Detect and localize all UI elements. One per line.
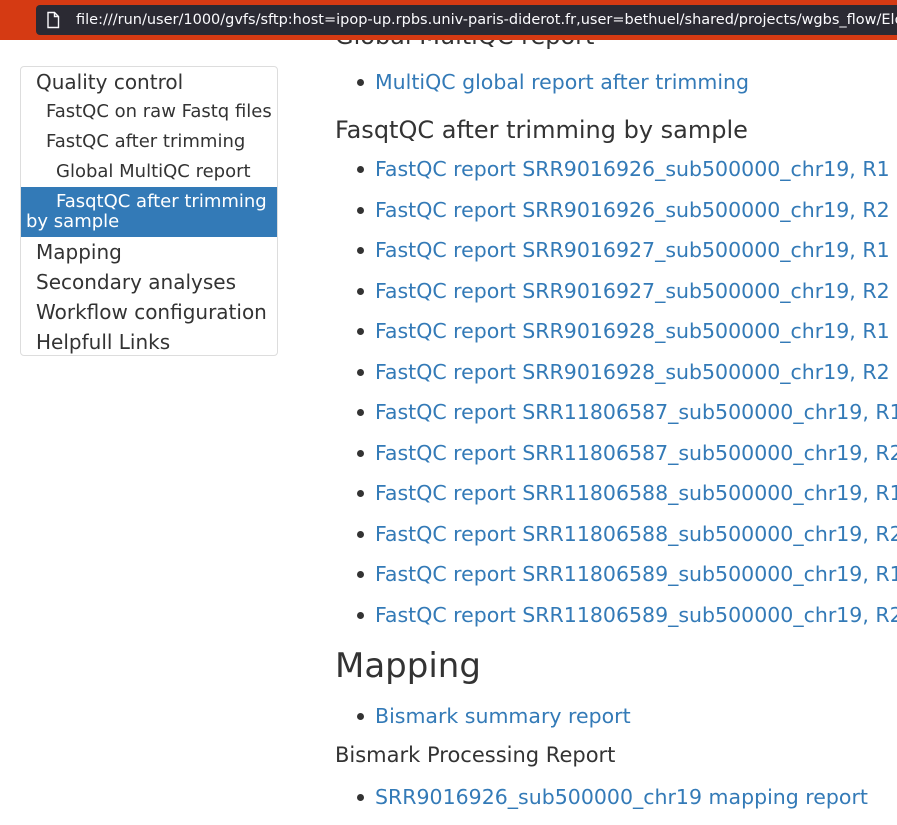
toc-item-mapping[interactable]: Mapping bbox=[21, 237, 277, 267]
toc-item-active-label: FasqtQC after trimming by sample bbox=[26, 191, 267, 232]
fastqc-report-link[interactable]: FastQC report SRR9016926_sub500000_chr19… bbox=[375, 198, 890, 222]
list-item: FastQC report SRR11806588_sub500000_chr1… bbox=[335, 521, 897, 562]
multiqc-global-link[interactable]: MultiQC global report after trimming bbox=[375, 70, 749, 94]
fastqc-report-link[interactable]: FastQC report SRR11806588_sub500000_chr1… bbox=[375, 522, 897, 546]
toc-item-workflow-configuration[interactable]: Workflow configuration bbox=[21, 297, 277, 327]
toc-item-quality-control[interactable]: Quality control bbox=[21, 67, 277, 97]
list-item: FastQC report SRR11806587_sub500000_chr1… bbox=[335, 440, 897, 481]
toc-item-fastqc-after-trimming[interactable]: FastQC after trimming bbox=[21, 127, 277, 157]
toc-item-fastqc-raw[interactable]: FastQC on raw Fastq files bbox=[21, 97, 277, 127]
list-item: FastQC report SRR9016927_sub500000_chr19… bbox=[335, 237, 897, 278]
list-item: FastQC report SRR11806588_sub500000_chr1… bbox=[335, 480, 897, 521]
list-item: FastQC report SRR9016927_sub500000_chr19… bbox=[335, 278, 897, 319]
bismark-summary-list: Bismark summary report bbox=[335, 703, 631, 744]
toc-item-global-multiqc[interactable]: Global MultiQC report bbox=[21, 157, 277, 187]
table-of-contents: Quality control FastQC on raw Fastq file… bbox=[20, 66, 278, 356]
list-item: FastQC report SRR11806589_sub500000_chr1… bbox=[335, 561, 897, 602]
fastqc-link-list: FastQC report SRR9016926_sub500000_chr19… bbox=[335, 156, 897, 642]
list-item: FastQC report SRR9016926_sub500000_chr19… bbox=[335, 156, 897, 197]
list-item: FastQC report SRR9016928_sub500000_chr19… bbox=[335, 359, 897, 400]
fastqc-report-link[interactable]: FastQC report SRR11806588_sub500000_chr1… bbox=[375, 481, 897, 505]
fastqc-report-link[interactable]: FastQC report SRR9016928_sub500000_chr19… bbox=[375, 360, 890, 384]
list-item: FastQC report SRR9016926_sub500000_chr19… bbox=[335, 197, 897, 238]
list-item: MultiQC global report after trimming bbox=[335, 69, 749, 110]
fastqc-report-link[interactable]: FastQC report SRR11806587_sub500000_chr1… bbox=[375, 441, 897, 465]
url-bar[interactable]: file:///run/user/1000/gvfs/sftp:host=ipo… bbox=[36, 5, 897, 35]
toc-item-fastqc-by-sample[interactable]: FasqtQC after trimming by sample bbox=[21, 187, 277, 237]
section-heading-by-sample: FasqtQC after trimming by sample bbox=[335, 116, 748, 144]
list-item: SRR9016926_sub500000_chr19 mapping repor… bbox=[335, 784, 868, 825]
list-item: FastQC report SRR11806589_sub500000_chr1… bbox=[335, 602, 897, 643]
toc-item-secondary-analyses[interactable]: Secondary analyses bbox=[21, 267, 277, 297]
multiqc-link-list: MultiQC global report after trimming bbox=[335, 69, 749, 110]
browser-toolbar: file:///run/user/1000/gvfs/sftp:host=ipo… bbox=[0, 0, 897, 40]
url-text[interactable]: file:///run/user/1000/gvfs/sftp:host=ipo… bbox=[76, 12, 897, 28]
section-heading-mapping: Mapping bbox=[335, 646, 481, 686]
mapping-report-list: SRR9016926_sub500000_chr19 mapping repor… bbox=[335, 784, 868, 825]
fastqc-report-link[interactable]: FastQC report SRR11806587_sub500000_chr1… bbox=[375, 400, 897, 424]
fastqc-report-link[interactable]: FastQC report SRR11806589_sub500000_chr1… bbox=[375, 603, 897, 627]
bismark-summary-link[interactable]: Bismark summary report bbox=[375, 704, 631, 728]
fastqc-report-link[interactable]: FastQC report SRR9016927_sub500000_chr19… bbox=[375, 279, 890, 303]
page-icon bbox=[47, 11, 60, 29]
toc-item-helpfull-links[interactable]: Helpfull Links bbox=[21, 327, 277, 357]
fastqc-report-link[interactable]: FastQC report SRR9016928_sub500000_chr19… bbox=[375, 319, 890, 343]
list-item: Bismark summary report bbox=[335, 703, 631, 744]
section-heading-bismark-processing: Bismark Processing Report bbox=[335, 743, 616, 767]
mapping-report-link[interactable]: SRR9016926_sub500000_chr19 mapping repor… bbox=[375, 785, 868, 809]
fastqc-report-link[interactable]: FastQC report SRR9016927_sub500000_chr19… bbox=[375, 238, 890, 262]
fastqc-report-link[interactable]: FastQC report SRR11806589_sub500000_chr1… bbox=[375, 562, 897, 586]
fastqc-report-link[interactable]: FastQC report SRR9016926_sub500000_chr19… bbox=[375, 157, 890, 181]
list-item: FastQC report SRR11806587_sub500000_chr1… bbox=[335, 399, 897, 440]
list-item: FastQC report SRR9016928_sub500000_chr19… bbox=[335, 318, 897, 359]
